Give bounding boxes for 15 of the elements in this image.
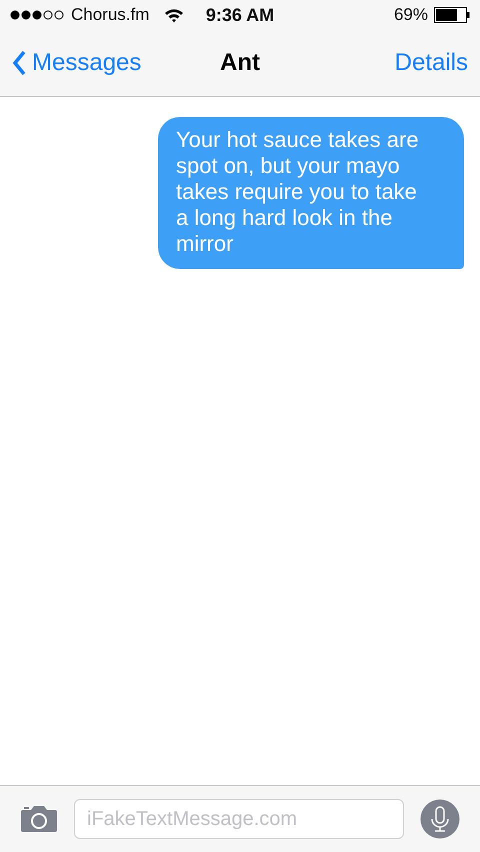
message-bubble: Your hot sauce takes are spot on, but your mayo takes require you to take a long hard look in the mirror: [158, 117, 464, 269]
signal-icon: [10, 10, 66, 20]
wifi-icon: [164, 8, 184, 22]
clock-time: 9:36 AM: [206, 4, 274, 26]
chevron-left-icon: [12, 50, 26, 76]
back-label[interactable]: Messages: [32, 49, 142, 77]
details-button[interactable]: Details: [394, 49, 468, 77]
camera-icon[interactable]: [20, 805, 58, 833]
microphone-icon[interactable]: [420, 799, 460, 839]
contact-name: Ant: [220, 49, 260, 77]
back-button[interactable]: Messages: [12, 49, 142, 77]
carrier-name: Chorus.fm: [71, 5, 150, 25]
battery-percent: 69%: [394, 5, 428, 25]
battery-icon: [434, 7, 470, 23]
message-field[interactable]: iFakeTextMessage.com: [74, 799, 404, 839]
